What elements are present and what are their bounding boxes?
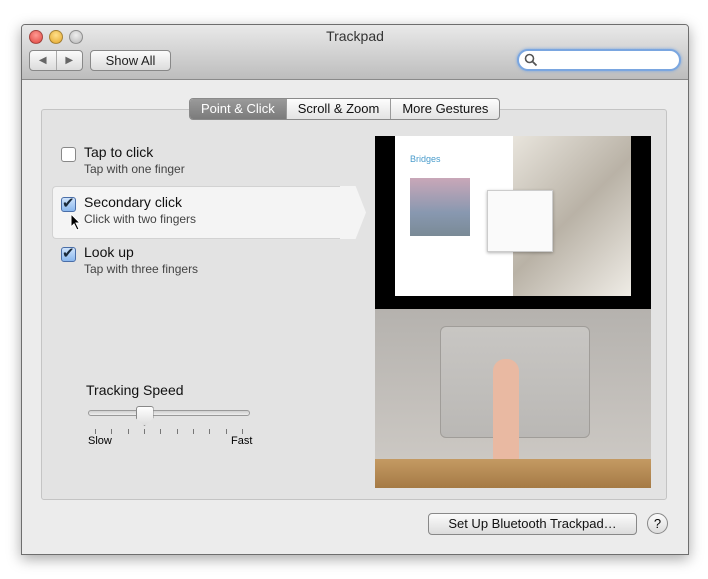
gesture-preview-video: Bridges xyxy=(375,136,651,488)
forward-arrow-icon[interactable]: ▶ xyxy=(57,51,83,70)
slider-tick xyxy=(225,429,227,434)
option-label: Secondary click xyxy=(84,194,183,210)
trackpad-demo xyxy=(375,309,651,488)
slider-tick xyxy=(160,429,162,434)
setup-bluetooth-trackpad-button[interactable]: Set Up Bluetooth Trackpad… xyxy=(428,513,637,535)
slider-tick xyxy=(176,429,178,434)
title-bar: Trackpad ◀ ▶ Show All xyxy=(22,25,688,80)
context-menu-preview xyxy=(487,190,553,252)
mouse-cursor-icon xyxy=(70,213,82,231)
tab-bar: Point & Click Scroll & Zoom More Gesture… xyxy=(189,98,501,120)
search-icon xyxy=(524,53,538,67)
show-all-button[interactable]: Show All xyxy=(90,50,171,71)
desk-surface xyxy=(375,459,651,488)
tracking-speed-slider[interactable] xyxy=(88,410,250,416)
option-label: Look up xyxy=(84,244,134,260)
slider-tick xyxy=(127,429,129,434)
slow-label: Slow xyxy=(88,435,112,447)
option-secondary-click[interactable]: Secondary click Click with two fingers xyxy=(61,194,197,226)
option-description: Tap with one finger xyxy=(84,162,185,176)
option-description: Click with two fingers xyxy=(84,212,197,226)
trackpad-window: Trackpad ◀ ▶ Show All Point & Click Scro… xyxy=(21,24,689,555)
option-description: Tap with three fingers xyxy=(84,262,199,276)
window-title: Trackpad xyxy=(326,28,384,44)
tap-to-click-checkbox[interactable] xyxy=(61,147,76,162)
option-label: Tap to click xyxy=(84,144,154,160)
tracking-speed-label: Tracking Speed xyxy=(86,382,184,398)
search-field[interactable] xyxy=(517,49,681,71)
option-tap-to-click[interactable]: Tap to click Tap with one finger xyxy=(61,144,185,176)
tab-point-click[interactable]: Point & Click xyxy=(190,99,286,119)
tab-scroll-zoom[interactable]: Scroll & Zoom xyxy=(285,99,391,119)
secondary-click-checkbox[interactable] xyxy=(61,194,76,212)
bridge-photo xyxy=(410,178,470,236)
fast-label: Fast xyxy=(231,435,253,447)
help-button[interactable]: ? xyxy=(647,513,668,534)
option-look-up[interactable]: Look up Tap with three fingers xyxy=(61,244,199,276)
slider-tick xyxy=(111,429,113,434)
preview-document: Bridges xyxy=(395,136,631,296)
preview-doc-title: Bridges xyxy=(410,154,441,164)
tab-more-gestures[interactable]: More Gestures xyxy=(390,99,499,119)
look-up-checkbox[interactable] xyxy=(61,244,76,262)
slider-tick xyxy=(144,429,145,434)
slider-tick xyxy=(95,429,96,434)
slider-tick xyxy=(242,429,243,434)
slider-tick xyxy=(209,429,211,434)
back-forward-control: ◀ ▶ xyxy=(29,50,83,71)
slider-tick xyxy=(193,429,194,434)
back-arrow-icon[interactable]: ◀ xyxy=(30,51,57,70)
